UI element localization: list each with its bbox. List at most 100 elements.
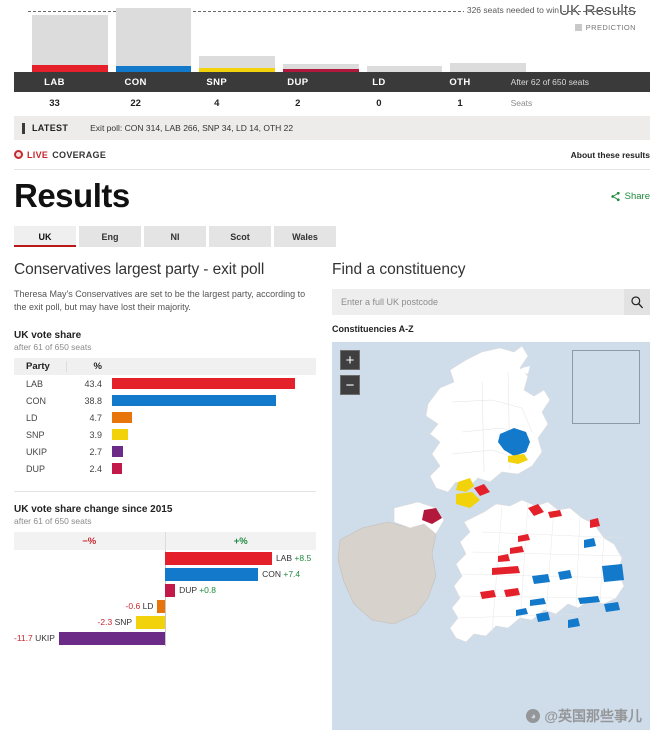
change-label: LAB +8.5 <box>275 553 312 564</box>
vote-share-table-header: Party % <box>14 358 316 376</box>
vote-share-rows: LAB 43.4 CON 38.8 LD 4.7 SNP 3.9 UKIP 2.7 DUP 2.4 <box>14 375 316 477</box>
change-positive-side: DUP +0.8 <box>165 583 316 597</box>
vote-share-bar-wrap <box>106 429 316 441</box>
vote-share-row: LD 4.7 <box>14 409 316 426</box>
tab-uk[interactable]: UK <box>14 226 76 247</box>
tab-wales[interactable]: Wales <box>274 226 336 247</box>
actual-seats-bar <box>283 69 359 72</box>
change-chart-header: −% +% <box>14 532 316 551</box>
change-row: DUP +0.8 <box>14 582 316 598</box>
uk-constituency-map[interactable]: + − ◕ @英国那些事儿 <box>332 342 650 730</box>
seats-bars <box>28 8 530 72</box>
live-coverage-link[interactable]: LIVE COVERAGE <box>14 150 106 160</box>
change-row: CON +7.4 <box>14 566 316 582</box>
party-label-ld: LD <box>372 76 386 88</box>
change-chart-rows: LAB +8.5 CON +7.4 DUP +0.8 -0.6 LD -2.3 SNP -… <box>14 550 316 647</box>
change-positive-side: LAB +8.5 <box>165 551 316 565</box>
vote-share-value: 2.4 <box>89 463 102 474</box>
change-row: -2.3 SNP <box>14 614 316 630</box>
watermark-text: @英国那些事儿 <box>544 708 642 724</box>
vote-share-value: 4.7 <box>89 412 102 423</box>
party-label-lab: LAB <box>44 76 65 88</box>
latest-tick-icon <box>22 122 25 134</box>
vote-share-bar <box>112 446 124 458</box>
party-label-con: CON <box>124 76 147 88</box>
latest-banner: LATEST Exit poll: CON 314, LAB 266, SNP … <box>14 116 650 140</box>
prediction-legend: PREDICTION <box>574 23 636 32</box>
change-label: -11.7 UKIP <box>14 633 55 644</box>
lead-body: Theresa May's Conservatives are set to b… <box>14 289 306 313</box>
vote-share-subtitle: after 61 of 650 seats <box>14 342 92 353</box>
vote-share-change-chart: UK vote share change since 2015 after 61… <box>14 504 316 647</box>
prediction-bar <box>115 8 192 66</box>
seats-counted-note: After 62 of 650 seats <box>510 77 590 87</box>
seats-bar-dup <box>279 10 363 72</box>
seats-bar-lab <box>28 10 112 72</box>
change-negative-side: -2.3 SNP <box>14 615 165 629</box>
party-name-strip: LAB CON SNP DUP LD OTH After 62 of 650 seats <box>14 72 650 92</box>
change-label: CON +7.4 <box>262 569 301 580</box>
live-label: LIVE <box>27 149 49 160</box>
seats-row-label: Seats <box>510 98 533 108</box>
prediction-legend-label: PREDICTION <box>585 23 636 32</box>
latest-text: Exit poll: CON 314, LAB 266, SNP 34, LD … <box>90 123 294 133</box>
vote-share-party: CON <box>26 395 46 406</box>
vote-share-bar <box>112 463 123 475</box>
search-button[interactable] <box>624 289 650 315</box>
search-input[interactable] <box>332 289 624 315</box>
seats-bar-ld <box>363 10 447 72</box>
vote-share-chart: UK vote share after 61 of 650 seats Part… <box>14 330 316 477</box>
find-constituency-title: Find a constituency <box>332 261 466 278</box>
party-label-snp: SNP <box>206 76 228 88</box>
vote-share-party: SNP <box>26 429 45 440</box>
search-icon <box>631 296 643 309</box>
vote-share-party: LAB <box>26 378 44 389</box>
change-chart-title: UK vote share change since 2015 <box>14 504 173 516</box>
party-seats-snp: 4 <box>214 97 220 109</box>
party-seats-lab: 33 <box>49 97 60 109</box>
vote-share-value: 38.8 <box>84 395 102 406</box>
seats-bar-snp <box>195 10 279 72</box>
prediction-bar <box>450 63 527 72</box>
tab-ni[interactable]: NI <box>144 226 206 247</box>
section-divider <box>14 491 316 493</box>
content-columns: Conservatives largest party - exit poll … <box>14 261 650 730</box>
about-these-results-link[interactable]: About these results <box>571 150 650 160</box>
seats-scoreboard: 326 seats needed to win UK Results PREDI… <box>0 0 664 72</box>
page-title: Results <box>14 177 130 214</box>
watermark: ◕ @英国那些事儿 <box>526 706 642 726</box>
region-tabs: UK Eng NI Scot Wales <box>14 226 650 247</box>
change-label: DUP +0.8 <box>179 585 216 596</box>
constituencies-az-link[interactable]: Constituencies A-Z <box>332 324 650 334</box>
tab-scot[interactable]: Scot <box>209 226 271 247</box>
vote-share-row: DUP 2.4 <box>14 460 316 477</box>
party-seats-ld: 0 <box>376 97 382 109</box>
party-label-dup: DUP <box>287 76 309 88</box>
election-results-page: 326 seats needed to win UK Results PREDI… <box>0 0 664 733</box>
party-seats-con: 22 <box>130 97 141 109</box>
coverage-label: COVERAGE <box>52 149 107 160</box>
tab-eng[interactable]: Eng <box>79 226 141 247</box>
vote-share-party: LD <box>26 412 38 423</box>
prediction-bar <box>366 66 443 72</box>
vote-share-party: UKIP <box>26 446 48 457</box>
change-row: -0.6 LD <box>14 598 316 614</box>
party-seats-dup: 2 <box>295 97 301 109</box>
change-label: -2.3 SNP <box>97 617 133 628</box>
lead-headline: Conservatives largest party - exit poll <box>14 261 265 278</box>
map-zoom-out-button[interactable]: − <box>340 375 360 395</box>
scoreboard-title: UK Results <box>558 2 636 19</box>
vote-share-title: UK vote share <box>14 330 82 342</box>
column-header-party: Party <box>26 361 50 373</box>
latest-label: LATEST <box>32 123 69 133</box>
vote-share-bar <box>112 429 129 441</box>
vote-share-bar-wrap <box>106 463 316 475</box>
vote-share-row: UKIP 2.7 <box>14 443 316 460</box>
change-negative-side: -0.6 LD <box>14 599 165 613</box>
vote-share-value: 3.9 <box>89 429 102 440</box>
live-coverage-row: LIVE COVERAGE About these results <box>14 140 650 170</box>
change-bar <box>157 599 165 613</box>
map-zoom-in-button[interactable]: + <box>340 350 360 370</box>
seats-bar-con <box>112 8 196 72</box>
share-button[interactable]: Share <box>610 191 650 202</box>
